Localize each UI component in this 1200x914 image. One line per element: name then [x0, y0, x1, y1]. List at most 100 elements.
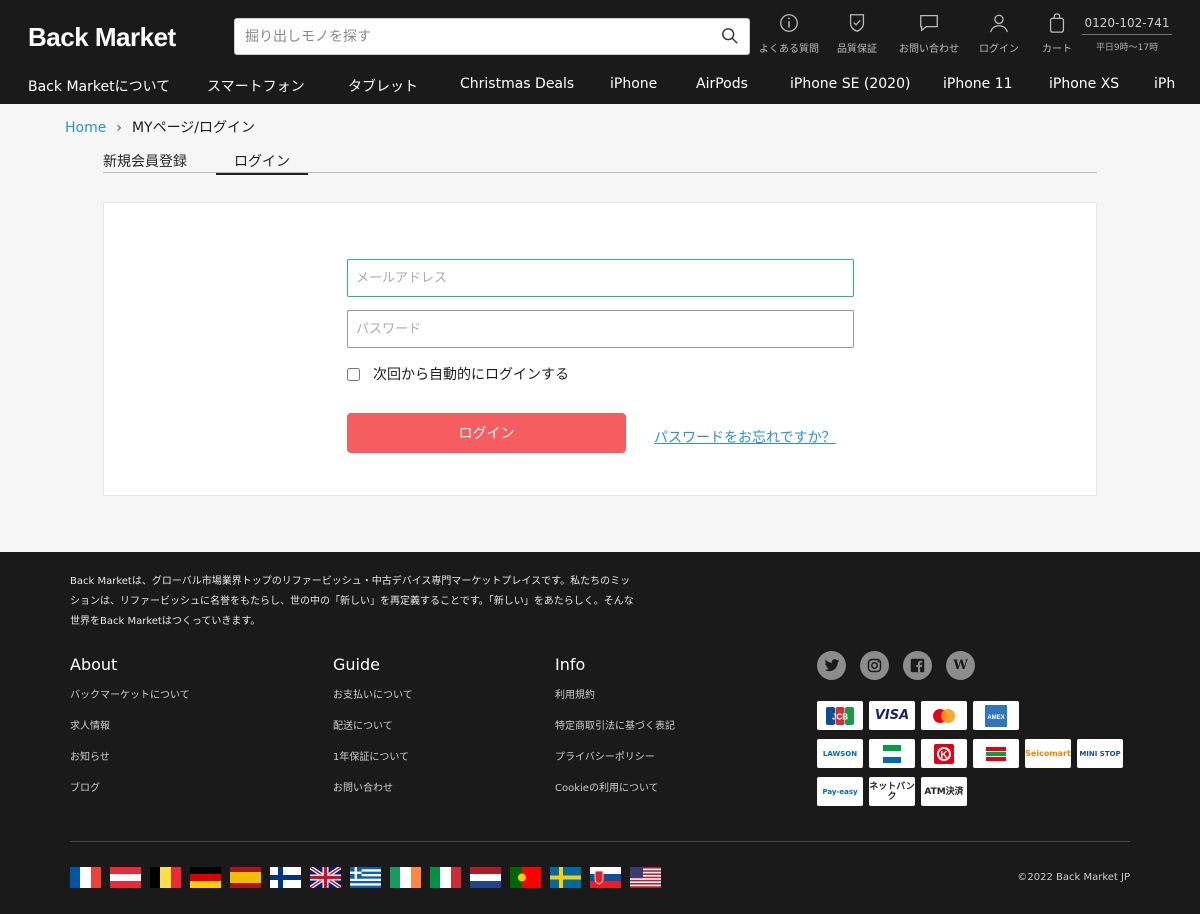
footer-link[interactable]: 特定商取引法に基づく表記	[555, 717, 675, 748]
tab-register[interactable]: 新規会員登録	[103, 151, 187, 171]
warranty-link[interactable]: 品質保証	[822, 12, 892, 55]
footer-link[interactable]: Cookieの利用について	[555, 779, 675, 810]
nav-item-airpods[interactable]: AirPods	[696, 76, 748, 92]
footer-link[interactable]: 配送について	[333, 717, 413, 748]
footer-info: Info 利用規約 特定商取引法に基づく表記 プライバシーポリシー Cookie…	[555, 655, 675, 810]
header-actions: よくある質問 品質保証 お問い合わせ ログイン カート	[756, 12, 1082, 55]
nav-item-iphone-xs[interactable]: iPhone XS	[1049, 76, 1119, 92]
flag-greece-icon[interactable]	[350, 867, 381, 888]
remember-checkbox[interactable]	[347, 367, 360, 381]
flag-portugal-icon[interactable]	[510, 867, 541, 888]
flag-netherlands-icon[interactable]	[470, 867, 501, 888]
shield-icon	[849, 14, 865, 32]
login-label: ログイン	[979, 44, 1019, 55]
footer-link[interactable]: お知らせ	[70, 748, 190, 779]
logo[interactable]: Back Market	[28, 22, 176, 53]
login-button[interactable]: ログイン	[347, 413, 626, 453]
footer-link[interactable]: 利用規約	[555, 686, 675, 717]
nav-item-smartphones[interactable]: スマートフォン	[207, 76, 305, 96]
phone-hours: 平日9時〜17時	[1095, 43, 1159, 53]
mission-text: Back Marketは、グローバル市場業界トップのリファービッシュ・中古デバイ…	[70, 576, 634, 627]
password-field[interactable]	[348, 311, 853, 347]
visa-icon: VISA	[869, 701, 915, 730]
flag-germany-icon[interactable]	[190, 867, 221, 888]
top-header: Back Market よくある質問 品質保証 お問い合わせ ログイン カート …	[0, 0, 1200, 104]
footer-divider	[70, 841, 1130, 842]
phone-number: 0120-102-741	[1082, 16, 1172, 35]
facebook-icon[interactable]	[903, 651, 932, 680]
footer-link[interactable]: お問い合わせ	[333, 779, 413, 810]
nav-item-tablets[interactable]: タブレット	[348, 76, 418, 96]
cart-link[interactable]: カート	[1032, 12, 1082, 55]
nav-item-iphone-more[interactable]: iPh	[1154, 76, 1175, 92]
password-field-wrapper	[347, 310, 854, 348]
email-field[interactable]	[348, 260, 853, 296]
breadcrumb-current: MYページ/ログイン	[131, 120, 256, 136]
jcb-icon: JCB	[817, 701, 863, 730]
auth-tabs: 新規会員登録 ログイン	[103, 150, 1097, 175]
footer-about: About バックマーケットについて 求人情報 お知らせ ブログ	[70, 655, 190, 810]
footer-link[interactable]: 求人情報	[70, 717, 190, 748]
payment-row-other: Pay-easy ネットバンク ATM決済	[817, 777, 1137, 806]
flag-uk-icon[interactable]	[310, 867, 341, 888]
flag-italy-icon[interactable]	[430, 867, 461, 888]
search-icon[interactable]	[721, 27, 739, 45]
svg-text:K: K	[940, 750, 948, 761]
flag-france-icon[interactable]	[70, 867, 101, 888]
category-nav: Back Marketについて スマートフォン タブレット Christmas …	[0, 74, 1200, 98]
footer-link[interactable]: プライバシーポリシー	[555, 748, 675, 779]
flag-slovakia-icon[interactable]	[590, 867, 621, 888]
payment-methods: JCB VISA AMEX LAWSON K Seicomart MINI ST…	[817, 701, 1137, 815]
search-input[interactable]	[235, 19, 705, 54]
contact-label: お問い合わせ	[899, 44, 959, 55]
remember-me[interactable]: 次回から自動的にログインする	[347, 364, 569, 384]
nav-item-iphone-11[interactable]: iPhone 11	[943, 76, 1013, 92]
nav-item-about[interactable]: Back Marketについて	[28, 76, 170, 96]
atm-icon: ATM決済	[921, 777, 967, 806]
flag-ireland-icon[interactable]	[390, 867, 421, 888]
phone-contact[interactable]: 0120-102-741 平日9時〜17時	[1082, 16, 1172, 53]
footer-link[interactable]: 1年保証について	[333, 748, 413, 779]
cart-icon	[1049, 13, 1065, 33]
forgot-password-link[interactable]: パスワードをお忘れですか？	[654, 427, 836, 447]
flag-spain-icon[interactable]	[230, 867, 261, 888]
footer-guide: Guide お支払いについて 配送について 1年保証について お問い合わせ	[333, 655, 413, 810]
search-bar	[234, 18, 750, 55]
nav-item-christmas-deals[interactable]: Christmas Deals	[460, 76, 574, 92]
footer-link[interactable]: お支払いについて	[333, 686, 413, 717]
breadcrumb: Home › MYページ/ログイン	[65, 117, 255, 137]
warranty-label: 品質保証	[837, 44, 877, 55]
footer-link[interactable]: ブログ	[70, 779, 190, 810]
payment-row-stores: LAWSON K Seicomart MINI STOP	[817, 739, 1137, 768]
amex-text: AMEX	[987, 715, 1004, 721]
social-links: W	[817, 651, 989, 680]
user-icon	[990, 14, 1008, 33]
login-card: 次回から自動的にログインする ログイン パスワードをお忘れですか？	[103, 202, 1097, 496]
nav-item-iphone-se[interactable]: iPhone SE (2020)	[790, 76, 910, 92]
footer-link[interactable]: バックマーケットについて	[70, 686, 190, 717]
contact-link[interactable]: お問い合わせ	[892, 12, 966, 55]
flag-usa-icon[interactable]	[630, 867, 661, 888]
breadcrumb-home[interactable]: Home	[65, 120, 106, 136]
wikipedia-icon[interactable]: W	[946, 651, 975, 680]
flag-belgium-icon[interactable]	[150, 867, 181, 888]
flag-finland-icon[interactable]	[270, 867, 301, 888]
flag-austria-icon[interactable]	[110, 867, 141, 888]
nav-item-iphone[interactable]: iPhone	[610, 76, 657, 92]
footer-guide-title: Guide	[333, 655, 380, 674]
remember-label: 次回から自動的にログインする	[373, 367, 569, 383]
info-icon	[780, 14, 798, 32]
faq-link[interactable]: よくある質問	[756, 12, 822, 55]
twitter-icon[interactable]	[817, 651, 846, 680]
jcb-text: JCB	[832, 712, 848, 721]
cart-label: カート	[1042, 44, 1072, 55]
payment-row-cards: JCB VISA AMEX	[817, 701, 1137, 730]
circle-k-icon: K	[921, 739, 967, 768]
login-link[interactable]: ログイン	[966, 12, 1032, 55]
instagram-icon[interactable]	[860, 651, 889, 680]
flag-sweden-icon[interactable]	[550, 867, 581, 888]
country-flags	[70, 867, 670, 888]
tab-login[interactable]: ログイン	[216, 151, 308, 175]
ministop-icon: MINI STOP	[1077, 739, 1123, 768]
lawson-icon: LAWSON	[817, 739, 863, 768]
